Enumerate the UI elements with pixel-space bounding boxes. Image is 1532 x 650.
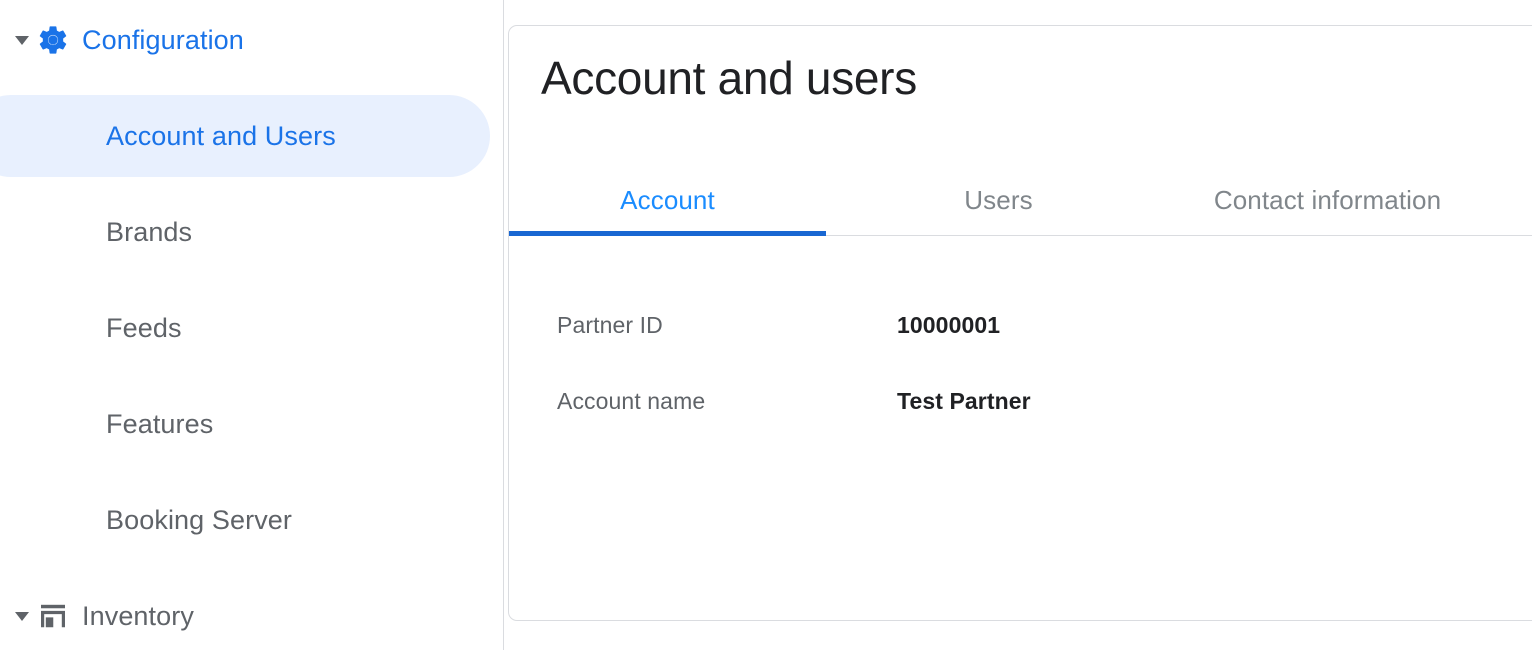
sidebar-item-label: Brands <box>106 219 192 246</box>
sidebar-group-inventory[interactable]: Inventory <box>0 596 194 636</box>
storefront-icon <box>36 599 70 633</box>
gear-icon <box>36 23 70 57</box>
sidebar-item-label: Feeds <box>106 315 182 342</box>
detail-value: Test Partner <box>897 384 1031 418</box>
sidebar-item-feeds[interactable]: Feeds <box>106 308 182 348</box>
detail-row-partner-id: Partner ID 10000001 <box>509 308 1532 342</box>
sidebar-group-label-configuration: Configuration <box>82 27 244 54</box>
sidebar-item-account-and-users[interactable]: Account and Users <box>106 116 336 156</box>
tab-contact-information[interactable]: Contact information <box>1171 161 1484 239</box>
active-tab-indicator <box>509 231 826 236</box>
tab-label: Users <box>964 187 1032 213</box>
sidebar-group-configuration[interactable]: Configuration <box>0 20 244 60</box>
sidebar-item-brands[interactable]: Brands <box>106 212 192 252</box>
sidebar-item-label: Booking Server <box>106 507 292 534</box>
sidebar-divider <box>503 0 504 650</box>
sidebar-item-label: Features <box>106 411 213 438</box>
page-title: Account and users <box>541 55 917 101</box>
tab-label: Contact information <box>1214 187 1441 213</box>
tab-label: Account <box>620 187 715 213</box>
detail-value: 10000001 <box>897 308 1000 342</box>
app-root: Configuration Account and Users Brands F… <box>0 0 1532 650</box>
detail-label: Partner ID <box>557 308 663 342</box>
account-and-users-card: Account and users Account Users Contact … <box>508 25 1532 621</box>
sidebar-navigation: Configuration Account and Users Brands F… <box>0 0 503 650</box>
chevron-down-icon[interactable] <box>12 606 32 626</box>
sidebar-item-features[interactable]: Features <box>106 404 213 444</box>
tab-bar: Account Users Contact information <box>509 161 1532 239</box>
detail-label: Account name <box>557 384 705 418</box>
chevron-down-icon[interactable] <box>12 30 32 50</box>
tab-users[interactable]: Users <box>826 161 1171 239</box>
sidebar-item-booking-server[interactable]: Booking Server <box>106 500 292 540</box>
sidebar-item-label: Account and Users <box>106 123 336 150</box>
detail-row-account-name: Account name Test Partner <box>509 384 1532 418</box>
sidebar-group-label-inventory: Inventory <box>82 603 194 630</box>
tab-account[interactable]: Account <box>509 161 826 239</box>
